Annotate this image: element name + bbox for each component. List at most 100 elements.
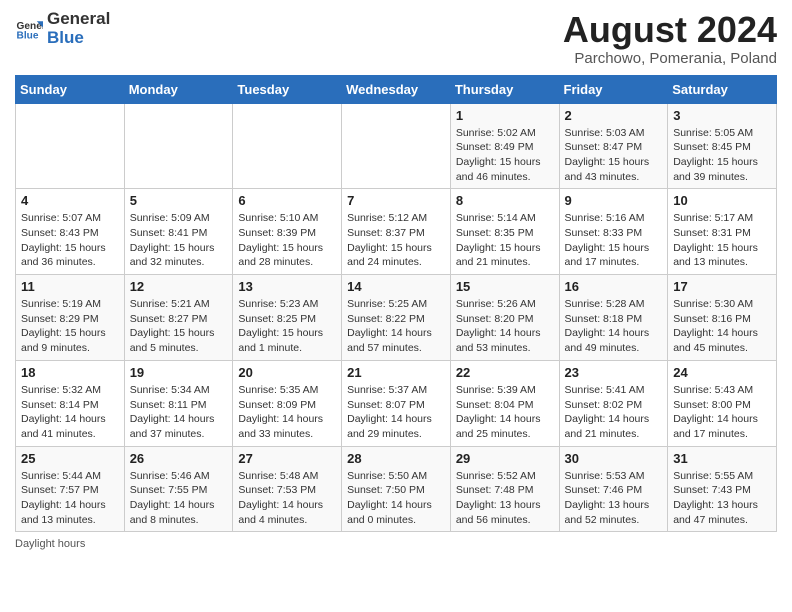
day-cell: 18 Sunrise: 5:32 AMSunset: 8:14 PMDayligh… [16, 360, 125, 446]
day-cell: 30Sunrise: 5:53 AMSunset: 7:46 PMDayligh… [559, 446, 668, 532]
day-cell: 28Sunrise: 5:50 AMSunset: 7:50 PMDayligh… [342, 446, 451, 532]
weekday-header-tuesday: Tuesday [233, 75, 342, 103]
weekday-header-thursday: Thursday [450, 75, 559, 103]
day-cell: 5 Sunrise: 5:09 AMSunset: 8:41 PMDaylight… [124, 189, 233, 275]
day-number: 10 [673, 193, 771, 208]
week-row-4: 18 Sunrise: 5:32 AMSunset: 8:14 PMDayligh… [16, 360, 777, 446]
weekday-header-wednesday: Wednesday [342, 75, 451, 103]
day-info: Sunrise: 5:25 AMSunset: 8:22 PMDaylight:… [347, 297, 445, 356]
day-cell: 13Sunrise: 5:23 AMSunset: 8:25 PMDayligh… [233, 275, 342, 361]
day-cell [233, 103, 342, 189]
day-number: 27 [238, 451, 336, 466]
footer-note: Daylight hours [15, 538, 777, 550]
day-number: 5 [130, 193, 228, 208]
day-cell: 11 Sunrise: 5:19 AMSunset: 8:29 PMDayligh… [16, 275, 125, 361]
day-info: Sunrise: 5:39 AMSunset: 8:04 PMDaylight:… [456, 383, 554, 442]
page-header: General Blue General Blue August 2024 Pa… [15, 10, 777, 67]
day-number: 4 [21, 193, 119, 208]
weekday-header-row: SundayMondayTuesdayWednesdayThursdayFrid… [16, 75, 777, 103]
day-number: 11 [21, 279, 119, 294]
day-number: 23 [565, 365, 663, 380]
day-info: Sunrise: 5:19 AMSunset: 8:29 PMDaylight:… [21, 297, 119, 356]
day-info: Sunrise: 5:16 AMSunset: 8:33 PMDaylight:… [565, 211, 663, 270]
day-info: Sunrise: 5:50 AMSunset: 7:50 PMDaylight:… [347, 469, 445, 528]
title-block: August 2024 Parchowo, Pomerania, Poland [563, 10, 777, 67]
week-row-5: 25Sunrise: 5:44 AMSunset: 7:57 PMDayligh… [16, 446, 777, 532]
day-number: 7 [347, 193, 445, 208]
day-cell [124, 103, 233, 189]
day-cell: 2 Sunrise: 5:03 AMSunset: 8:47 PMDaylight… [559, 103, 668, 189]
day-info: Sunrise: 5:46 AMSunset: 7:55 PMDaylight:… [130, 469, 228, 528]
subtitle: Parchowo, Pomerania, Poland [563, 50, 777, 67]
day-info: Sunrise: 5:28 AMSunset: 8:18 PMDaylight:… [565, 297, 663, 356]
day-cell: 4Sunrise: 5:07 AMSunset: 8:43 PMDaylight… [16, 189, 125, 275]
logo: General Blue General Blue [15, 10, 110, 47]
day-number: 13 [238, 279, 336, 294]
day-number: 17 [673, 279, 771, 294]
day-cell: 25Sunrise: 5:44 AMSunset: 7:57 PMDayligh… [16, 446, 125, 532]
day-cell: 16 Sunrise: 5:28 AMSunset: 8:18 PMDayligh… [559, 275, 668, 361]
day-number: 14 [347, 279, 445, 294]
week-row-2: 4Sunrise: 5:07 AMSunset: 8:43 PMDaylight… [16, 189, 777, 275]
day-number: 19 [130, 365, 228, 380]
day-cell: 10Sunrise: 5:17 AMSunset: 8:31 PMDayligh… [668, 189, 777, 275]
weekday-header-saturday: Saturday [668, 75, 777, 103]
day-info: Sunrise: 5:30 AMSunset: 8:16 PMDaylight:… [673, 297, 771, 356]
day-info: Sunrise: 5:34 AMSunset: 8:11 PMDaylight:… [130, 383, 228, 442]
day-info: Sunrise: 5:05 AMSunset: 8:45 PMDaylight:… [673, 126, 771, 185]
day-number: 21 [347, 365, 445, 380]
day-cell: 27 Sunrise: 5:48 AMSunset: 7:53 PMDayligh… [233, 446, 342, 532]
day-cell: 23 Sunrise: 5:41 AMSunset: 8:02 PMDayligh… [559, 360, 668, 446]
weekday-header-friday: Friday [559, 75, 668, 103]
logo-icon: General Blue [15, 15, 43, 43]
day-number: 26 [130, 451, 228, 466]
logo-general: General [47, 10, 110, 29]
day-cell: 15 Sunrise: 5:26 AMSunset: 8:20 PMDayligh… [450, 275, 559, 361]
day-cell: 7 Sunrise: 5:12 AMSunset: 8:37 PMDaylight… [342, 189, 451, 275]
day-number: 15 [456, 279, 554, 294]
day-number: 20 [238, 365, 336, 380]
logo-blue: Blue [47, 29, 110, 48]
day-number: 12 [130, 279, 228, 294]
main-title: August 2024 [563, 10, 777, 50]
day-number: 16 [565, 279, 663, 294]
day-info: Sunrise: 5:32 AMSunset: 8:14 PMDaylight:… [21, 383, 119, 442]
day-cell: 8Sunrise: 5:14 AMSunset: 8:35 PMDaylight… [450, 189, 559, 275]
day-number: 22 [456, 365, 554, 380]
day-info: Sunrise: 5:21 AMSunset: 8:27 PMDaylight:… [130, 297, 228, 356]
day-cell: 6Sunrise: 5:10 AMSunset: 8:39 PMDaylight… [233, 189, 342, 275]
day-number: 8 [456, 193, 554, 208]
day-number: 3 [673, 108, 771, 123]
day-cell: 17 Sunrise: 5:30 AMSunset: 8:16 PMDayligh… [668, 275, 777, 361]
day-cell: 3 Sunrise: 5:05 AMSunset: 8:45 PMDaylight… [668, 103, 777, 189]
day-number: 9 [565, 193, 663, 208]
svg-text:Blue: Blue [17, 30, 39, 41]
day-info: Sunrise: 5:26 AMSunset: 8:20 PMDaylight:… [456, 297, 554, 356]
day-info: Sunrise: 5:12 AMSunset: 8:37 PMDaylight:… [347, 211, 445, 270]
day-number: 6 [238, 193, 336, 208]
day-cell: 20Sunrise: 5:35 AMSunset: 8:09 PMDayligh… [233, 360, 342, 446]
day-info: Sunrise: 5:48 AMSunset: 7:53 PMDaylight:… [238, 469, 336, 528]
day-cell: 1Sunrise: 5:02 AMSunset: 8:49 PMDaylight… [450, 103, 559, 189]
day-cell: 22 Sunrise: 5:39 AMSunset: 8:04 PMDayligh… [450, 360, 559, 446]
day-info: Sunrise: 5:52 AMSunset: 7:48 PMDaylight:… [456, 469, 554, 528]
day-info: Sunrise: 5:41 AMSunset: 8:02 PMDaylight:… [565, 383, 663, 442]
day-cell: 19 Sunrise: 5:34 AMSunset: 8:11 PMDayligh… [124, 360, 233, 446]
day-cell: 31 Sunrise: 5:55 AMSunset: 7:43 PMDayligh… [668, 446, 777, 532]
day-cell: 12 Sunrise: 5:21 AMSunset: 8:27 PMDayligh… [124, 275, 233, 361]
week-row-3: 11 Sunrise: 5:19 AMSunset: 8:29 PMDayligh… [16, 275, 777, 361]
calendar-table: SundayMondayTuesdayWednesdayThursdayFrid… [15, 75, 777, 533]
day-info: Sunrise: 5:43 AMSunset: 8:00 PMDaylight:… [673, 383, 771, 442]
day-info: Sunrise: 5:03 AMSunset: 8:47 PMDaylight:… [565, 126, 663, 185]
day-number: 2 [565, 108, 663, 123]
day-info: Sunrise: 5:55 AMSunset: 7:43 PMDaylight:… [673, 469, 771, 528]
day-cell [16, 103, 125, 189]
day-cell [342, 103, 451, 189]
day-number: 31 [673, 451, 771, 466]
day-cell: 14 Sunrise: 5:25 AMSunset: 8:22 PMDayligh… [342, 275, 451, 361]
day-number: 30 [565, 451, 663, 466]
day-info: Sunrise: 5:09 AMSunset: 8:41 PMDaylight:… [130, 211, 228, 270]
day-cell: 26 Sunrise: 5:46 AMSunset: 7:55 PMDayligh… [124, 446, 233, 532]
day-number: 18 [21, 365, 119, 380]
day-number: 29 [456, 451, 554, 466]
